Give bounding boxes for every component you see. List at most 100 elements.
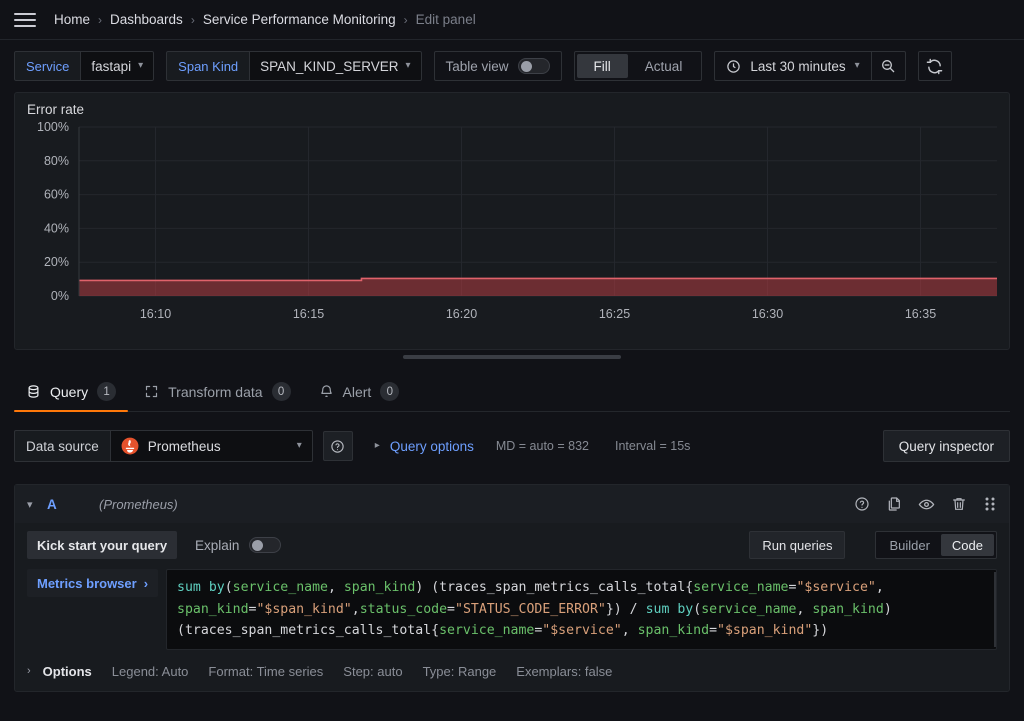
datasource-row: Data source Prometheus ▾ ▸ Query options… — [14, 430, 1010, 462]
panel-resize-handle[interactable] — [403, 355, 621, 359]
query-toolbar-row: Kick start your query Explain Run querie… — [15, 523, 1009, 563]
tab-transform-data[interactable]: Transform data 0 — [132, 382, 302, 411]
hamburger-icon[interactable] — [14, 9, 36, 31]
tab-alert-badge: 0 — [380, 382, 400, 401]
promql-token: , — [351, 601, 360, 617]
promql-token: }) — [812, 623, 829, 638]
explain-toggle[interactable]: Explain — [195, 537, 282, 553]
chevron-down-icon: ▾ — [296, 440, 302, 451]
explain-switch[interactable] — [249, 537, 282, 553]
promql-token: span_kind — [343, 580, 416, 595]
x-axis-tick-label: 16:25 — [599, 307, 630, 321]
interval-text: Interval = 15s — [615, 439, 691, 453]
y-axis-tick-label: 20% — [44, 255, 69, 269]
option-type: Type: Range — [422, 663, 497, 679]
option-legend: Legend: Auto — [111, 663, 189, 679]
promql-token: ) (traces_span_metrics_calls_total{ — [415, 580, 694, 595]
table-view-switch[interactable] — [517, 58, 550, 74]
tab-query[interactable]: Query 1 — [14, 382, 129, 412]
query-ref-id[interactable]: A — [47, 497, 99, 512]
query-duplicate-button[interactable] — [886, 496, 902, 512]
tab-alert[interactable]: Alert 0 — [307, 382, 412, 411]
promql-token: "$span_kind" — [717, 623, 813, 638]
kick-start-query-button[interactable]: Kick start your query — [27, 531, 178, 559]
variable-service-label: Service — [14, 51, 81, 81]
promql-token: , — [621, 623, 638, 638]
breadcrumb-separator: › — [190, 12, 195, 27]
y-axis-tick-label: 60% — [44, 188, 69, 202]
actual-option[interactable]: Actual — [628, 54, 700, 78]
code-option[interactable]: Code — [940, 534, 994, 556]
refresh-button[interactable] — [917, 51, 952, 81]
promql-token: ( — [224, 580, 233, 595]
query-editor-body: Data source Prometheus ▾ ▸ Query options… — [0, 430, 1024, 692]
builder-code-toggle: Builder Code — [875, 531, 997, 559]
promql-expression-editor[interactable]: sum by(service_name, span_kind) (traces_… — [166, 569, 997, 650]
x-axis-tick-label: 16:35 — [905, 307, 936, 321]
breadcrumb: Home › Dashboards › Service Performance … — [54, 12, 476, 27]
query-hide-response-button[interactable] — [918, 496, 935, 513]
help-circle-icon — [855, 497, 869, 511]
variable-service-dropdown[interactable]: fastapi ▾ — [80, 51, 155, 81]
chart-plot-area[interactable]: 0% 20% 40% 60% 80% 100% 16:10 16:15 16:20 16:25 16… — [15, 119, 1009, 334]
panel-control-bar: Service fastapi ▾ Span Kind SPAN_KIND_SE… — [0, 40, 1024, 92]
variable-span-kind: Span Kind SPAN_KIND_SERVER ▾ — [166, 51, 422, 81]
option-exemplars: Exemplars: false — [516, 663, 613, 679]
time-range-button[interactable]: Last 30 minutes ▾ — [715, 52, 870, 80]
chevron-down-icon: ▾ — [405, 60, 411, 71]
datasource-name: Prometheus — [147, 438, 221, 454]
drag-handle-icon — [985, 497, 995, 511]
promql-token: "$span_kind" — [256, 601, 352, 617]
trash-icon — [953, 498, 965, 510]
fill-option[interactable]: Fill — [576, 54, 628, 78]
query-options-link: Query options — [389, 438, 474, 454]
time-picker: Last 30 minutes ▾ — [714, 51, 906, 81]
duplicate-icon — [888, 497, 900, 511]
run-queries-button[interactable]: Run queries — [749, 531, 846, 559]
query-row-a: ▾ A (Prometheus) Kick start your query E… — [14, 484, 1010, 692]
y-axis-tick-label: 80% — [44, 154, 69, 168]
breadcrumb-item-home[interactable]: Home — [54, 12, 90, 27]
datasource-help-button[interactable] — [322, 431, 353, 461]
chevron-right-icon: ▸ — [374, 440, 380, 451]
promql-token: status_code — [359, 601, 448, 617]
builder-option[interactable]: Builder — [878, 534, 940, 556]
top-navigation-bar: Home › Dashboards › Service Performance … — [0, 0, 1024, 40]
query-inspector-button[interactable]: Query inspector — [882, 430, 1010, 462]
query-delete-button[interactable] — [951, 496, 967, 512]
metrics-browser-button[interactable]: Metrics browser › — [27, 569, 159, 597]
x-axis-tick-label: 16:20 — [446, 307, 477, 321]
transform-icon — [146, 385, 158, 398]
variable-service-value: fastapi — [91, 58, 132, 74]
promql-token: "$service" — [542, 623, 622, 638]
tab-transform-data-badge: 0 — [271, 382, 291, 401]
query-drag-handle[interactable] — [983, 496, 997, 512]
breadcrumb-item-service-performance-monitoring[interactable]: Service Performance Monitoring — [203, 12, 396, 27]
query-help-button[interactable] — [854, 496, 870, 512]
option-format: Format: Time series — [208, 663, 324, 679]
error-rate-chart: 0% 20% 40% 60% 80% 100% 16:10 16:15 16:20 16:25 16… — [37, 120, 997, 321]
zoom-out-button[interactable] — [870, 52, 905, 80]
table-view-toggle[interactable]: Table view — [433, 51, 562, 81]
query-options-toggle[interactable]: ▸ Query options MD = auto = 832 Interval… — [369, 439, 691, 454]
datasource-picker[interactable]: Prometheus ▾ — [109, 430, 313, 462]
breadcrumb-item-dashboards[interactable]: Dashboards — [110, 12, 183, 27]
query-expression-row: Metrics browser › sum by(service_name, s… — [15, 563, 1009, 660]
tab-alert-label: Alert — [342, 383, 372, 400]
y-axis-tick-label: 100% — [37, 120, 69, 134]
options-title[interactable]: Options — [43, 664, 92, 679]
query-collapse-chevron-icon[interactable]: ▾ — [27, 498, 47, 511]
tab-query-label: Query — [50, 383, 89, 400]
database-icon — [28, 385, 39, 398]
bell-icon — [320, 385, 332, 397]
variable-span-kind-label: Span Kind — [166, 51, 250, 81]
variable-span-kind-dropdown[interactable]: SPAN_KIND_SERVER ▾ — [249, 51, 422, 81]
chevron-right-icon: › — [143, 575, 149, 591]
promql-token: = — [709, 623, 718, 638]
promql-token: service_name — [701, 601, 797, 617]
promql-token: service_name — [693, 580, 789, 595]
options-chevron-right-icon[interactable]: › — [27, 665, 31, 677]
chevron-down-icon: ▾ — [854, 60, 860, 71]
variable-service: Service fastapi ▾ — [14, 51, 155, 81]
promql-token: service_name — [439, 623, 535, 638]
